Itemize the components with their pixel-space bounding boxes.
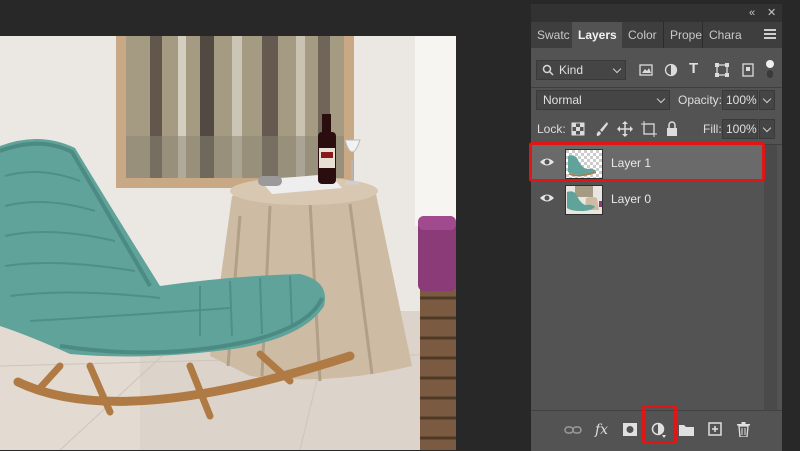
fill-value: 100% xyxy=(726,122,757,136)
lock-label: Lock: xyxy=(537,122,566,136)
layers-bottom-toolbar: fx xyxy=(531,410,782,451)
layer-1-thumbnail-image xyxy=(566,150,602,178)
adjustment-filter-icon[interactable] xyxy=(664,63,678,77)
type-filter-icon[interactable]: T xyxy=(689,59,698,79)
photo-chair-room xyxy=(0,36,456,450)
layer-row-layer-1[interactable]: Layer 1 xyxy=(531,145,762,181)
chevron-down-icon xyxy=(612,64,622,74)
new-layer-icon[interactable] xyxy=(708,422,722,436)
layers-panel: « ✕ Swatc Layers Color Prope Charac Kind… xyxy=(531,4,782,451)
divider xyxy=(531,87,782,88)
chevron-down-icon xyxy=(656,94,666,104)
lock-image-pixels-icon[interactable] xyxy=(595,121,609,137)
new-group-icon[interactable] xyxy=(679,423,694,436)
blend-mode-value: Normal xyxy=(543,93,582,107)
layer-name[interactable]: Layer 0 xyxy=(611,181,651,217)
opacity-label: Opacity: xyxy=(678,93,723,107)
close-icon[interactable]: ✕ xyxy=(767,6,776,20)
opacity-input[interactable]: 100% xyxy=(722,90,758,110)
filter-toggle-icon[interactable] xyxy=(765,59,775,79)
eye-icon[interactable] xyxy=(539,192,555,204)
layers-scrollbar[interactable] xyxy=(764,145,777,410)
fill-dropdown-button[interactable] xyxy=(759,119,775,139)
layer-name[interactable]: Layer 1 xyxy=(611,145,651,181)
panel-menu-icon[interactable] xyxy=(764,29,776,41)
tab-swatches[interactable]: Swatc xyxy=(531,22,572,48)
smart-object-filter-icon[interactable] xyxy=(741,63,755,77)
layer-0-thumbnail-image xyxy=(566,186,602,214)
collapse-icon[interactable]: « xyxy=(749,6,755,20)
fill-label: Fill: xyxy=(703,122,722,136)
image-filter-icon[interactable] xyxy=(639,63,653,77)
panel-tab-bar: Swatc Layers Color Prope Charac xyxy=(531,22,782,48)
search-icon xyxy=(542,64,554,76)
opacity-dropdown-button[interactable] xyxy=(759,90,775,110)
filter-kind-label: Kind xyxy=(559,63,584,77)
document-canvas[interactable] xyxy=(0,36,456,450)
opacity-value: 100% xyxy=(726,93,757,107)
panel-title-bar: « ✕ xyxy=(531,4,782,22)
layer-row-layer-0[interactable]: Layer 0 xyxy=(531,181,762,217)
delete-layer-icon[interactable] xyxy=(737,422,750,437)
lock-artboard-icon[interactable] xyxy=(641,121,657,137)
lock-transparent-pixels-icon[interactable] xyxy=(571,122,585,136)
fx-icon[interactable]: fx xyxy=(595,420,608,440)
layer-mask-icon[interactable] xyxy=(623,423,637,436)
chevron-down-icon xyxy=(762,94,772,104)
blend-mode-select[interactable]: Normal xyxy=(536,90,670,110)
lock-all-icon[interactable] xyxy=(665,121,679,137)
layer-thumbnail xyxy=(565,149,603,179)
tab-layers[interactable]: Layers xyxy=(572,22,622,48)
lock-position-icon[interactable] xyxy=(617,121,633,137)
dock-edge xyxy=(782,0,800,450)
chevron-down-icon xyxy=(762,123,772,133)
new-adjustment-layer-icon[interactable] xyxy=(651,422,666,438)
tab-color[interactable]: Color xyxy=(622,22,663,48)
eye-icon[interactable] xyxy=(539,156,555,168)
fill-input[interactable]: 100% xyxy=(722,119,758,139)
layer-thumbnail xyxy=(565,185,603,215)
shape-filter-icon[interactable] xyxy=(715,63,729,77)
tab-properties[interactable]: Prope xyxy=(663,22,702,48)
filter-kind-select[interactable]: Kind xyxy=(536,60,626,80)
tab-character[interactable]: Charac xyxy=(702,22,742,48)
link-layers-icon[interactable] xyxy=(564,425,582,435)
